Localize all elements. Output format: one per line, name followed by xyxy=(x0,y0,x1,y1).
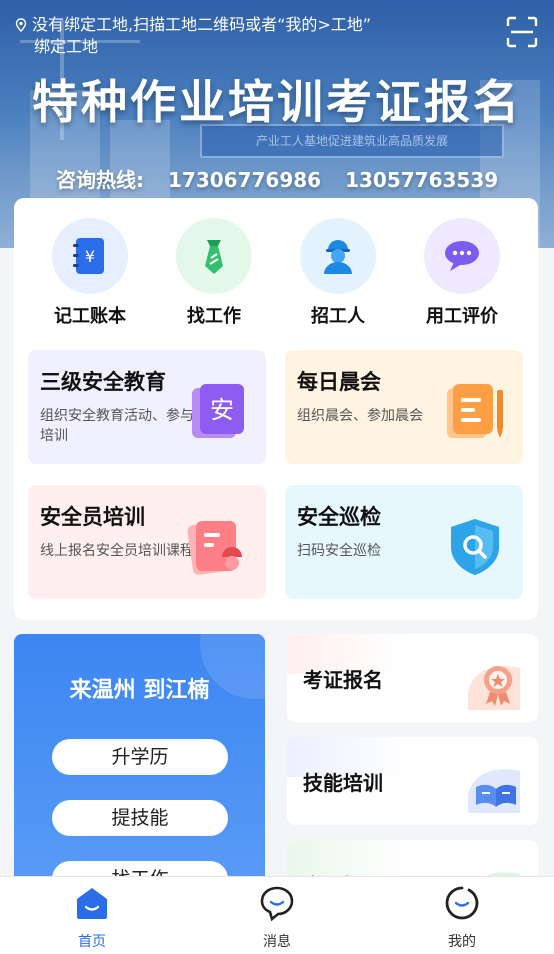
location-text-line2: 绑定工地 xyxy=(34,37,99,56)
hotline[interactable]: 咨询热线: 17306776986 13057763539 xyxy=(56,164,522,193)
tab-label: 消息 xyxy=(263,934,291,950)
safety-book-icon: 安 xyxy=(192,384,244,438)
ledger-icon: ¥ xyxy=(52,218,128,294)
home-icon xyxy=(77,888,107,919)
quick-find-job[interactable]: 找工作 xyxy=(152,218,276,328)
tab-home[interactable]: 首页 xyxy=(32,885,152,951)
service-certification[interactable]: 考证报名 xyxy=(287,634,538,722)
quick-evaluation[interactable]: 用工评价 xyxy=(400,218,524,328)
location-text-line1: 没有绑定工地,扫描工地二维码或者“我的>工地” xyxy=(32,15,372,34)
tile-subtitle: 线上报名安全员培训课程 xyxy=(40,543,194,559)
quick-label: 找工作 xyxy=(187,306,241,327)
service-label: 考证报名 xyxy=(303,668,383,692)
safety-officer-icon xyxy=(187,521,242,575)
open-book-icon xyxy=(468,769,520,813)
promo-button-education[interactable]: 升学历 xyxy=(52,739,228,775)
hotline-label: 咨询热线: xyxy=(56,168,144,192)
quick-hire[interactable]: 招工人 xyxy=(276,218,400,328)
shield-search-icon xyxy=(451,519,499,575)
tile-safety-education[interactable]: 三级安全教育 组织安全教育活动、参与培训 安 xyxy=(28,350,266,464)
meeting-notes-icon xyxy=(447,384,503,438)
tab-label: 首页 xyxy=(78,934,106,950)
promo-button-skills[interactable]: 提技能 xyxy=(52,800,228,836)
tab-messages[interactable]: 消息 xyxy=(217,885,337,951)
service-label: 技能培训 xyxy=(303,771,383,795)
hotline-number-2[interactable]: 13057763539 xyxy=(345,168,498,192)
tab-bar: 首页 消息 我的 xyxy=(0,876,554,954)
tie-icon xyxy=(176,218,252,294)
tile-subtitle: 扫码安全巡检 xyxy=(297,543,381,559)
quick-label: 记工账本 xyxy=(54,306,126,327)
quick-ledger[interactable]: ¥ 记工账本 xyxy=(28,218,152,328)
tile-safety-inspection[interactable]: 安全巡检 扫码安全巡检 xyxy=(285,485,523,599)
promo-card[interactable]: 来温州 到江楠 升学历 提技能 找工作 xyxy=(14,634,265,894)
scan-icon[interactable] xyxy=(506,16,538,48)
tile-title: 三级安全教育 xyxy=(40,370,166,394)
medal-icon xyxy=(468,666,520,710)
tab-profile[interactable]: 我的 xyxy=(402,885,522,951)
message-icon xyxy=(260,886,294,922)
hotline-number-1[interactable]: 17306776986 xyxy=(168,168,321,192)
service-skill-training[interactable]: 技能培训 xyxy=(287,737,538,825)
quick-label: 招工人 xyxy=(311,306,365,327)
tile-title: 安全员培训 xyxy=(40,505,145,529)
svg-text:¥: ¥ xyxy=(85,247,95,266)
tile-subtitle: 组织安全教育活动、参与培训 xyxy=(40,408,194,444)
location-pin-icon xyxy=(15,18,27,32)
tile-morning-meeting[interactable]: 每日晨会 组织晨会、参加晨会 xyxy=(285,350,523,464)
tile-title: 每日晨会 xyxy=(297,370,381,394)
promo-title: 来温州 到江楠 xyxy=(69,678,210,703)
tab-label: 我的 xyxy=(448,934,476,950)
profile-icon xyxy=(445,886,479,920)
svg-text:安: 安 xyxy=(210,396,234,424)
chat-icon xyxy=(424,218,500,294)
banner-title: 特种作业培训考证报名 xyxy=(32,75,522,129)
quick-label: 用工评价 xyxy=(426,306,498,327)
worker-icon xyxy=(300,218,376,294)
tile-subtitle: 组织晨会、参加晨会 xyxy=(297,408,423,424)
main-card: ¥ 记工账本 找工作 招工人 用工评价 三级安全教育 组织安全教育活动、参与培训… xyxy=(14,198,538,620)
tile-safety-officer-training[interactable]: 安全员培训 线上报名安全员培训课程 xyxy=(28,485,266,599)
tile-title: 安全巡检 xyxy=(297,505,381,529)
location-notice[interactable]: 没有绑定工地,扫描工地二维码或者“我的>工地” 绑定工地 xyxy=(14,14,444,58)
